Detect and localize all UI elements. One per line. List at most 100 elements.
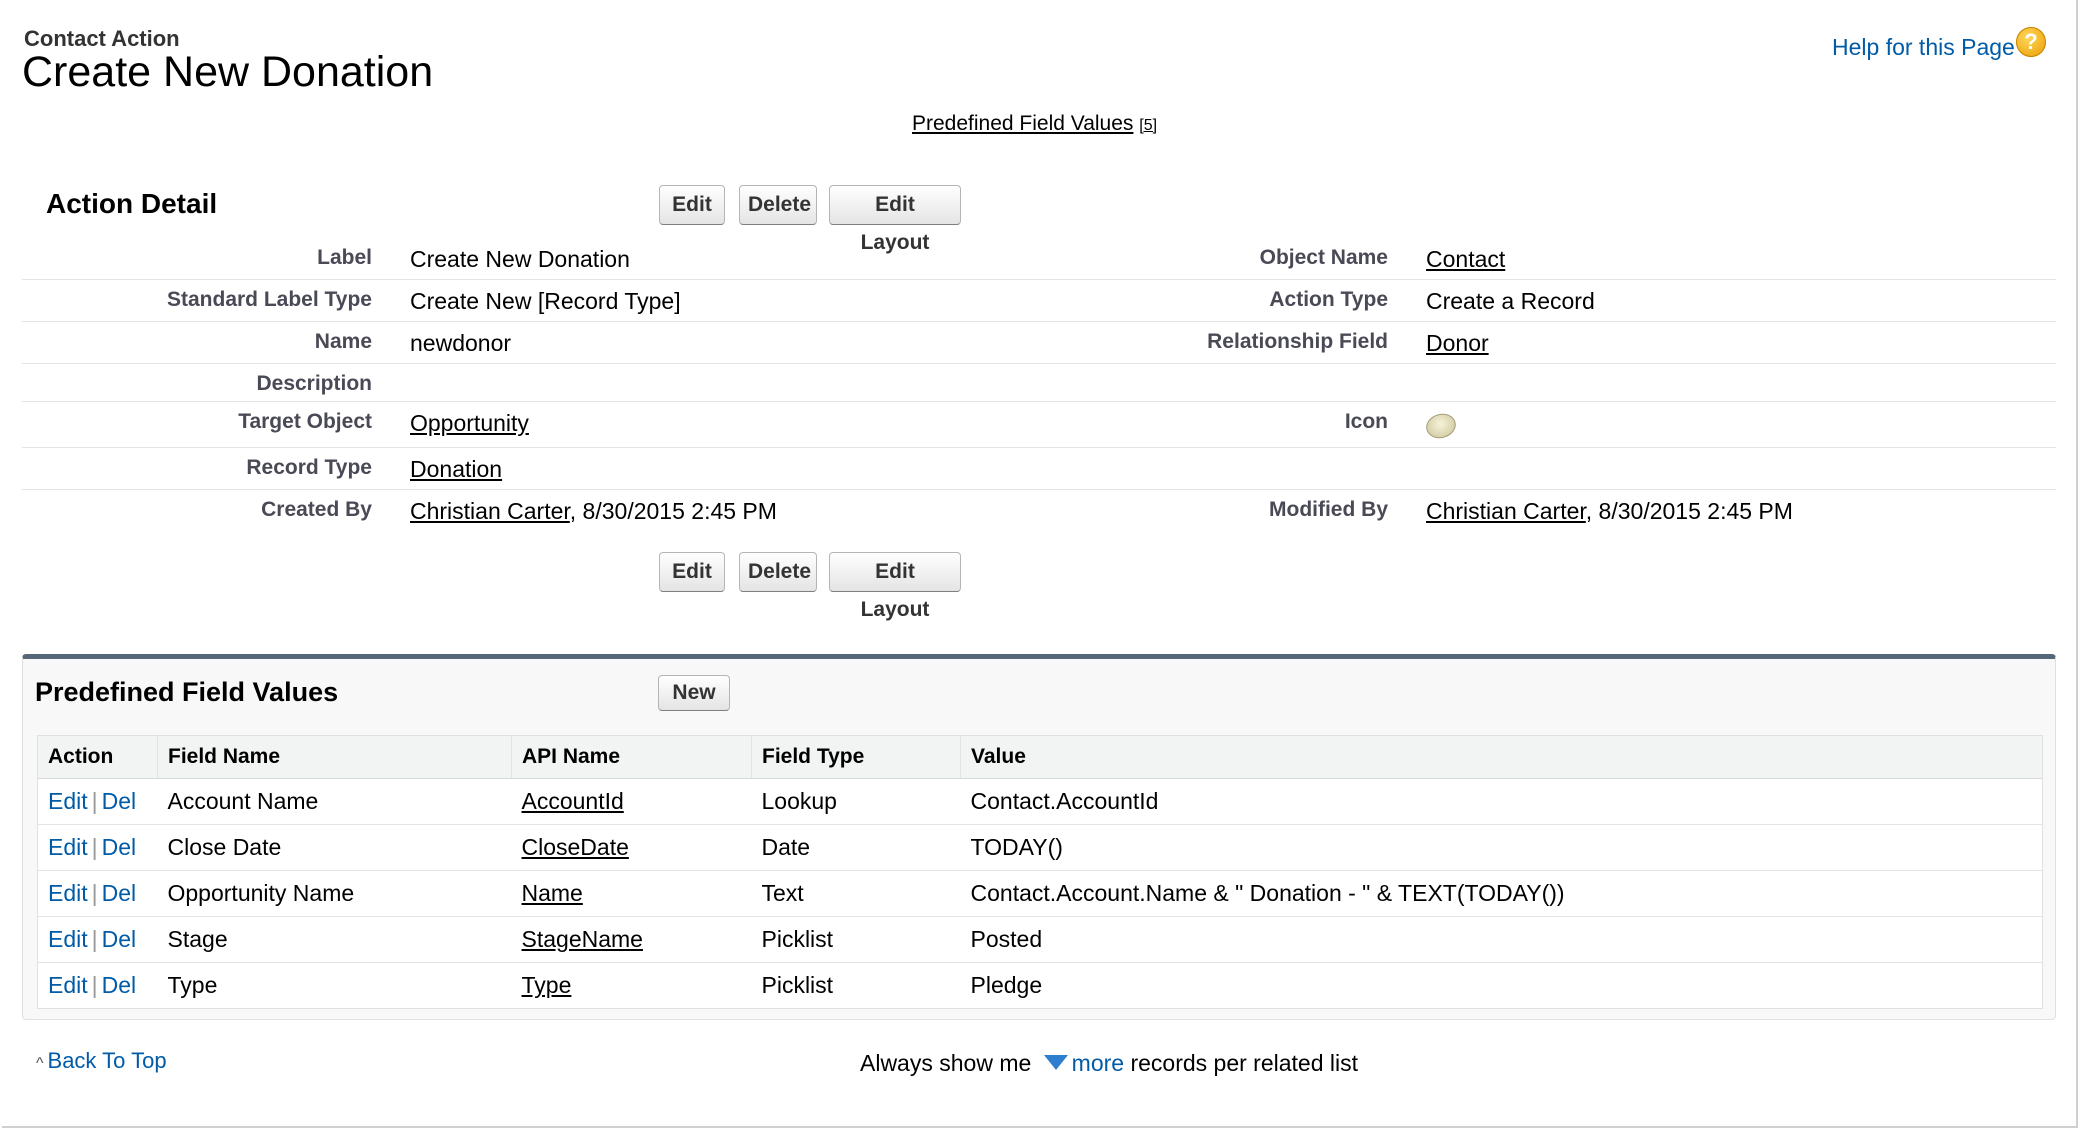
created-by-link[interactable]: Christian Carter (410, 498, 570, 524)
action-separator: | (91, 972, 98, 998)
label-value: Create New Donation (410, 246, 630, 272)
page-title: Create New Donation (22, 48, 434, 96)
predefined-values-link-label[interactable]: Predefined Field Values (912, 112, 1133, 135)
edit-link[interactable]: Edit (48, 926, 88, 952)
api-name-link[interactable]: CloseDate (522, 834, 629, 860)
delete-button-bottom[interactable]: Delete (739, 552, 817, 592)
chevron-up-icon: ^ (36, 1055, 44, 1072)
edit-link[interactable]: Edit (48, 788, 88, 814)
predefined-values-count: [5] (1139, 117, 1158, 134)
created-by-label: Created By (261, 498, 372, 521)
detail-row: Label Create New Donation Object Name Co… (22, 238, 2056, 280)
field-type-cell: Lookup (751, 778, 961, 825)
detail-row: Target Object Opportunity Icon (22, 402, 2056, 448)
record-type-link[interactable]: Donation (410, 456, 502, 482)
predefined-values-section: Predefined Field Values New Action Field… (22, 654, 2056, 1020)
modified-by-link[interactable]: Christian Carter (1426, 498, 1586, 524)
column-header-field-name: Field Name (157, 735, 512, 779)
table-row: Edit | Del Type Type Picklist Pledge (38, 963, 2043, 1009)
action-separator: | (91, 926, 98, 952)
field-type-cell: Picklist (761, 972, 834, 998)
del-link[interactable]: Del (102, 926, 137, 952)
api-name-link[interactable]: StageName (522, 926, 643, 952)
always-show-text: Always show me (860, 1050, 1032, 1076)
action-detail-title: Action Detail (46, 188, 218, 219)
predefined-values-link[interactable]: Predefined Field Values [5] (912, 112, 1157, 136)
value-cell: Pledge (970, 972, 1043, 998)
name-label: Name (314, 330, 372, 353)
new-button[interactable]: New (658, 675, 730, 711)
column-header-field-type: Field Type (751, 735, 961, 779)
column-header-action: Action (37, 735, 158, 779)
field-name-cell: Account Name (157, 778, 512, 825)
value-cell: Contact.Account.Name & " Donation - " & … (960, 870, 2043, 917)
help-question-icon[interactable]: ? (2016, 27, 2046, 57)
row-actions: Edit | Del (37, 916, 158, 963)
description-label: Description (256, 372, 372, 395)
row-actions: Edit | Del (38, 963, 158, 1009)
value-cell: Posted (960, 916, 2043, 963)
more-records-link[interactable]: more (1072, 1050, 1124, 1076)
del-link[interactable]: Del (102, 880, 137, 906)
table-row: Edit | Del Stage StageName Picklist Posted (37, 916, 2043, 963)
field-name-cell: Type (167, 972, 218, 998)
api-name-link[interactable]: AccountId (522, 788, 624, 814)
edit-layout-button-top[interactable]: Edit Layout (829, 185, 961, 254)
edit-link[interactable]: Edit (48, 880, 88, 906)
help-link[interactable]: Help for this Page (1832, 34, 2015, 61)
created-by-date: , 8/30/2015 2:45 PM (569, 498, 777, 524)
target-object-link[interactable]: Opportunity (410, 410, 529, 436)
detail-row: Description (22, 364, 2056, 402)
back-to-top-label[interactable]: Back To Top (48, 1048, 167, 1073)
field-type-cell: Text (751, 870, 961, 917)
detail-row: Created By Christian Carter, 8/30/2015 2… (22, 490, 2056, 532)
records-per-list: Always show me more records per related … (860, 1050, 1358, 1077)
table-row: Edit | Del Account Name AccountId Lookup C… (37, 778, 2043, 825)
edit-layout-button-bottom[interactable]: Edit Layout (829, 552, 961, 621)
row-actions: Edit | Del (37, 778, 158, 825)
action-type-label: Action Type (1269, 288, 1388, 311)
standard-label-type-value: Create New [Record Type] (410, 288, 681, 314)
value-cell: Contact.AccountId (960, 778, 2043, 825)
field-name-cell: Close Date (157, 824, 512, 871)
modified-by-label: Modified By (1269, 498, 1388, 521)
modified-by-date: , 8/30/2015 2:45 PM (1585, 498, 1793, 524)
detail-row: Standard Label Type Create New [Record T… (22, 280, 2056, 322)
detail-row: Name newdonor Relationship Field Donor (22, 322, 2056, 364)
field-name-cell: Stage (157, 916, 512, 963)
icon-label: Icon (1344, 410, 1388, 433)
delete-button-top[interactable]: Delete (739, 185, 817, 225)
relationship-field-link[interactable]: Donor (1426, 330, 1489, 356)
del-link[interactable]: Del (102, 972, 137, 998)
action-separator: | (91, 788, 98, 814)
relationship-field-label: Relationship Field (1207, 330, 1388, 353)
api-name-link[interactable]: Name (522, 880, 583, 906)
edit-button-bottom[interactable]: Edit (659, 552, 725, 592)
edit-link[interactable]: Edit (48, 834, 88, 860)
row-actions: Edit | Del (37, 824, 158, 871)
triangle-down-icon[interactable] (1043, 1055, 1068, 1071)
del-link[interactable]: Del (102, 788, 137, 814)
name-value: newdonor (410, 330, 512, 356)
table-row: Edit | Del Close Date CloseDate Date TODAY… (37, 824, 2043, 871)
column-header-value: Value (960, 735, 2043, 779)
records-text: records per related list (1130, 1050, 1359, 1076)
predefined-values-title: Predefined Field Values (35, 677, 339, 707)
object-name-link[interactable]: Contact (1426, 246, 1505, 272)
table-header-row: Action Field Name API Name Field Type Va… (37, 735, 2043, 779)
field-type-cell: Picklist (751, 916, 961, 963)
action-separator: | (91, 834, 98, 860)
action-separator: | (91, 880, 98, 906)
column-header-api-name: API Name (511, 735, 752, 779)
table-row: Edit | Del Opportunity Name Name Text Cont… (37, 870, 2043, 917)
target-object-label: Target Object (238, 410, 372, 433)
donation-icon (1423, 410, 1459, 442)
label-label: Label (317, 246, 372, 269)
field-type-cell: Date (751, 824, 961, 871)
edit-button-top[interactable]: Edit (659, 185, 725, 225)
edit-link[interactable]: Edit (48, 972, 88, 998)
del-link[interactable]: Del (102, 834, 137, 860)
back-to-top-link[interactable]: ^ Back To Top (36, 1048, 167, 1074)
record-type-label: Record Type (246, 456, 372, 479)
api-name-link[interactable]: Type (522, 972, 572, 998)
